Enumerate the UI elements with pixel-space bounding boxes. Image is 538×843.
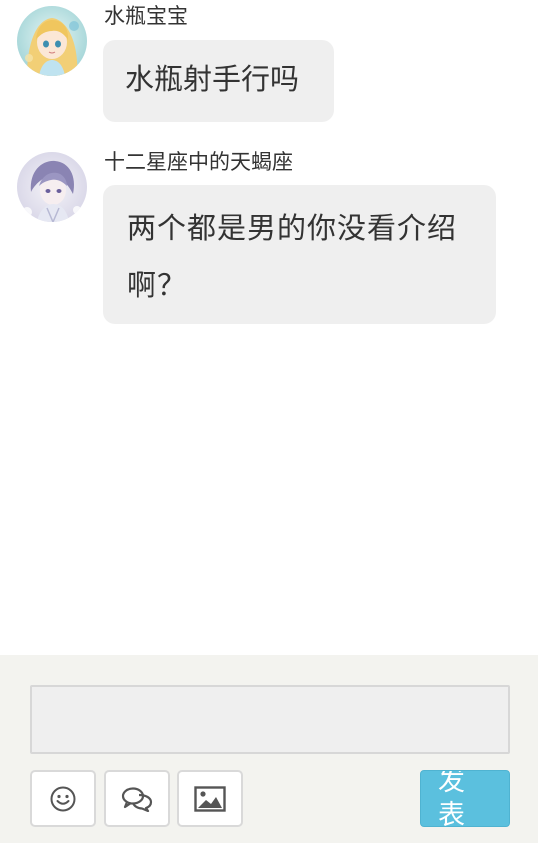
- avatar[interactable]: [17, 152, 87, 222]
- reply-button[interactable]: [104, 770, 170, 827]
- anime-boy-white-hair-avatar-image: [17, 152, 87, 222]
- sender-name: 水瓶宝宝: [104, 4, 188, 28]
- comment-composer: 发表: [0, 655, 538, 843]
- avatar[interactable]: [17, 6, 87, 76]
- blonde-anime-girl-avatar-image: [17, 6, 87, 76]
- emoji-button[interactable]: [30, 770, 96, 827]
- comment-input[interactable]: [30, 685, 510, 754]
- sender-name: 十二星座中的天蝎座: [104, 150, 293, 174]
- chat-page: 水瓶宝宝 水瓶射手行吗 十二星座中的天蝎座 两个都是男的你没看介绍啊？ 发表: [0, 0, 538, 843]
- smiley-icon: [50, 786, 76, 811]
- message-bubble: 两个都是男的你没看介绍啊？: [103, 185, 496, 324]
- insert-image-button[interactable]: [177, 770, 243, 827]
- submit-button[interactable]: 发表: [420, 770, 510, 827]
- picture-icon: [194, 785, 226, 812]
- submit-button-label: 发表: [438, 770, 465, 827]
- speech-bubbles-icon: [121, 786, 153, 812]
- message-bubble: 水瓶射手行吗: [103, 40, 334, 122]
